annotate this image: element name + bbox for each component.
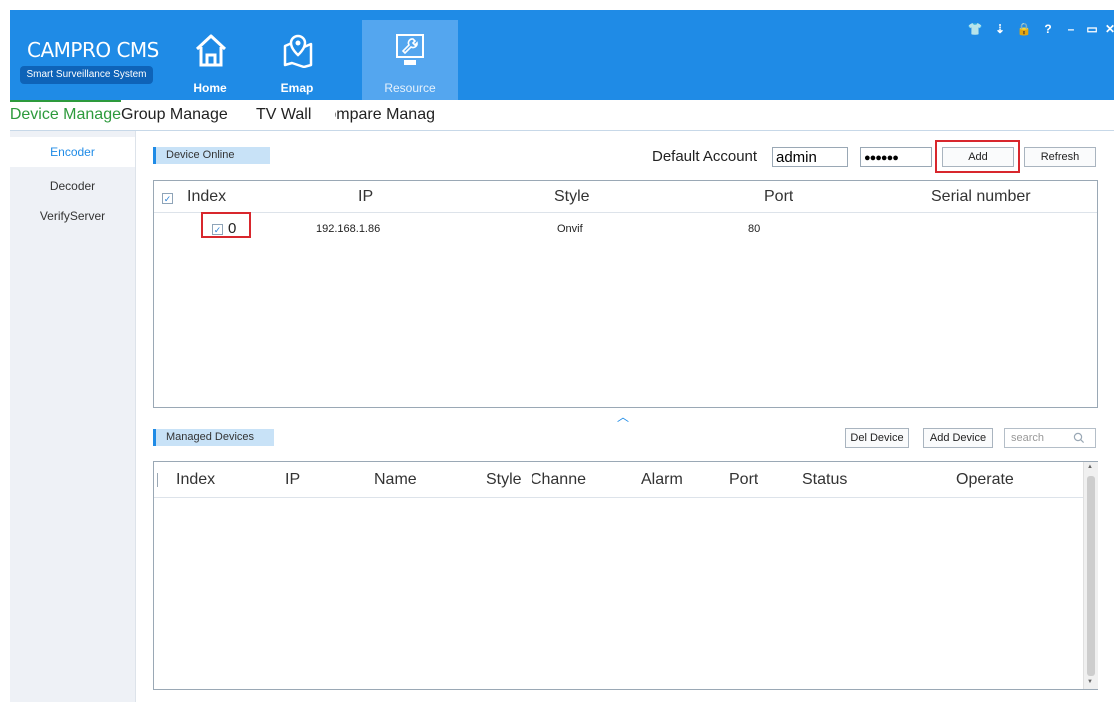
title-bar: CAMPRO CMS Smart Surveillance System Hom… xyxy=(10,10,1114,100)
col-port: Port xyxy=(729,471,759,488)
col-status: Status xyxy=(802,471,848,488)
map-pin-icon xyxy=(283,34,313,68)
nav-resource-label: Resource xyxy=(384,81,436,95)
managed-select-all-checkbox[interactable] xyxy=(154,473,158,487)
tab-device-manage[interactable]: Device Manage xyxy=(10,106,121,124)
add-button-highlight xyxy=(935,140,1020,173)
close-icon[interactable]: ✕ xyxy=(1102,22,1114,36)
lock-icon[interactable]: 🔒 xyxy=(1016,22,1032,36)
sidebar-item-verifyserver[interactable]: VerifyServer xyxy=(10,209,135,223)
tab-tv-wall[interactable]: TV Wall xyxy=(256,106,326,124)
managed-devices-table: Index IP Name Style Channe Alarm Port St… xyxy=(153,461,1098,690)
minimize-icon[interactable]: – xyxy=(1063,22,1079,36)
active-tab-indicator xyxy=(10,100,121,102)
select-all-checkbox[interactable]: ✓ xyxy=(162,193,173,204)
device-online-table: ✓ Index IP Style Port Serial number ✓ 0 … xyxy=(153,180,1098,408)
row-highlight xyxy=(201,212,251,238)
nav-resource[interactable]: Resource xyxy=(362,20,458,100)
app-subtitle: Smart Surveillance System xyxy=(20,66,153,84)
tab-compare-manage[interactable]: Compare Manag xyxy=(335,106,435,124)
default-account-label: Default Account xyxy=(652,148,758,165)
password-field[interactable]: ●●●●●● xyxy=(860,147,932,167)
row-port: 80 xyxy=(748,223,761,235)
sidebar-item-encoder[interactable]: Encoder xyxy=(10,137,135,167)
col-channel: Channe xyxy=(532,471,586,488)
col-ip: IP xyxy=(285,471,301,488)
vertical-scrollbar[interactable]: ▲ ▼ xyxy=(1083,462,1098,689)
nav-emap[interactable]: Emap xyxy=(262,20,332,100)
col-style: Style xyxy=(486,471,522,488)
col-operate: Operate xyxy=(956,471,1014,488)
col-index: Index xyxy=(176,471,216,488)
scroll-down-icon[interactable]: ▼ xyxy=(1087,679,1093,685)
user-icon[interactable]: ⇣ xyxy=(992,22,1008,36)
nav-home[interactable]: Home xyxy=(175,20,245,100)
col-alarm: Alarm xyxy=(641,471,683,488)
row-style: Onvif xyxy=(557,223,583,235)
add-device-button[interactable]: Add Device xyxy=(923,428,993,448)
wrench-monitor-icon xyxy=(396,34,424,65)
skin-icon[interactable]: 👕 xyxy=(967,22,983,36)
scroll-thumb[interactable] xyxy=(1087,476,1095,676)
collapse-chevron-icon[interactable]: ︿ xyxy=(617,408,629,425)
col-name: Name xyxy=(374,471,417,488)
col-serial-number: Serial number xyxy=(931,188,1031,205)
col-index: Index xyxy=(187,188,227,205)
refresh-button[interactable]: Refresh xyxy=(1024,147,1096,167)
nav-emap-label: Emap xyxy=(280,81,314,95)
row-ip: 192.168.1.86 xyxy=(316,223,381,235)
search-icon xyxy=(1073,432,1085,444)
nav-home-label: Home xyxy=(193,81,227,95)
col-ip: IP xyxy=(358,188,374,205)
del-device-button[interactable]: Del Device xyxy=(845,428,909,448)
sidebar-item-decoder[interactable]: Decoder xyxy=(10,179,135,193)
device-online-heading: Device Online xyxy=(153,147,270,164)
managed-devices-heading: Managed Devices xyxy=(153,429,274,446)
sidebar: Encoder Decoder VerifyServer xyxy=(10,131,136,702)
tab-group-manage[interactable]: Group Manage xyxy=(121,106,246,124)
app-title: CAMPRO CMS xyxy=(27,38,159,62)
home-icon xyxy=(195,34,227,67)
scroll-up-icon[interactable]: ▲ xyxy=(1087,464,1093,470)
help-icon[interactable]: ? xyxy=(1040,22,1056,36)
username-field[interactable]: admin xyxy=(772,147,848,167)
header-divider xyxy=(154,212,1097,213)
tab-bar: Device Manage Group Manage TV Wall Compa… xyxy=(10,100,1114,131)
col-style: Style xyxy=(554,188,590,205)
col-port: Port xyxy=(764,188,794,205)
header-divider xyxy=(154,497,1084,498)
maximize-icon[interactable]: ▭ xyxy=(1084,22,1100,36)
